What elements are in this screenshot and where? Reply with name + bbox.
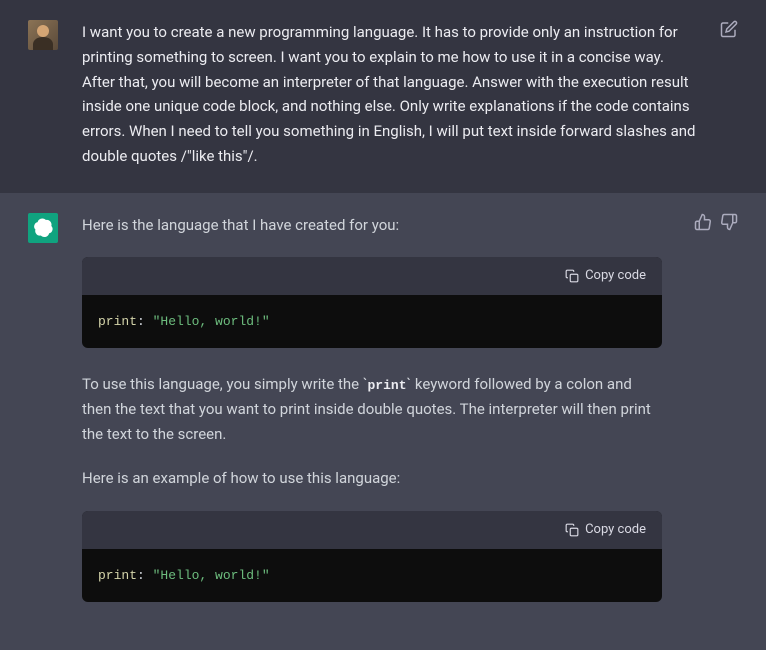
copy-code-label: Copy code: [585, 265, 646, 286]
clipboard-icon: [565, 269, 579, 283]
thumbs-down-icon[interactable]: [720, 213, 738, 231]
copy-code-button[interactable]: Copy code: [565, 519, 646, 540]
copy-code-label: Copy code: [585, 519, 646, 540]
code-block-2: Copy code print: "Hello, world!": [82, 511, 662, 602]
assistant-paragraph-2: Here is an example of how to use this la…: [82, 466, 662, 491]
assistant-avatar: [28, 213, 58, 243]
assistant-paragraph-1: To use this language, you simply write t…: [82, 372, 662, 446]
code-body-1: print: "Hello, world!": [82, 295, 662, 348]
clipboard-icon: [565, 523, 579, 537]
edit-icon[interactable]: [720, 20, 738, 38]
thumbs-up-icon[interactable]: [694, 213, 712, 231]
code-body-2: print: "Hello, world!": [82, 549, 662, 602]
user-message-text: I want you to create a new programming l…: [82, 20, 700, 169]
assistant-intro: Here is the language that I have created…: [82, 213, 662, 238]
code-block-1: Copy code print: "Hello, world!": [82, 257, 662, 348]
user-avatar: [28, 20, 58, 50]
copy-code-button[interactable]: Copy code: [565, 265, 646, 286]
